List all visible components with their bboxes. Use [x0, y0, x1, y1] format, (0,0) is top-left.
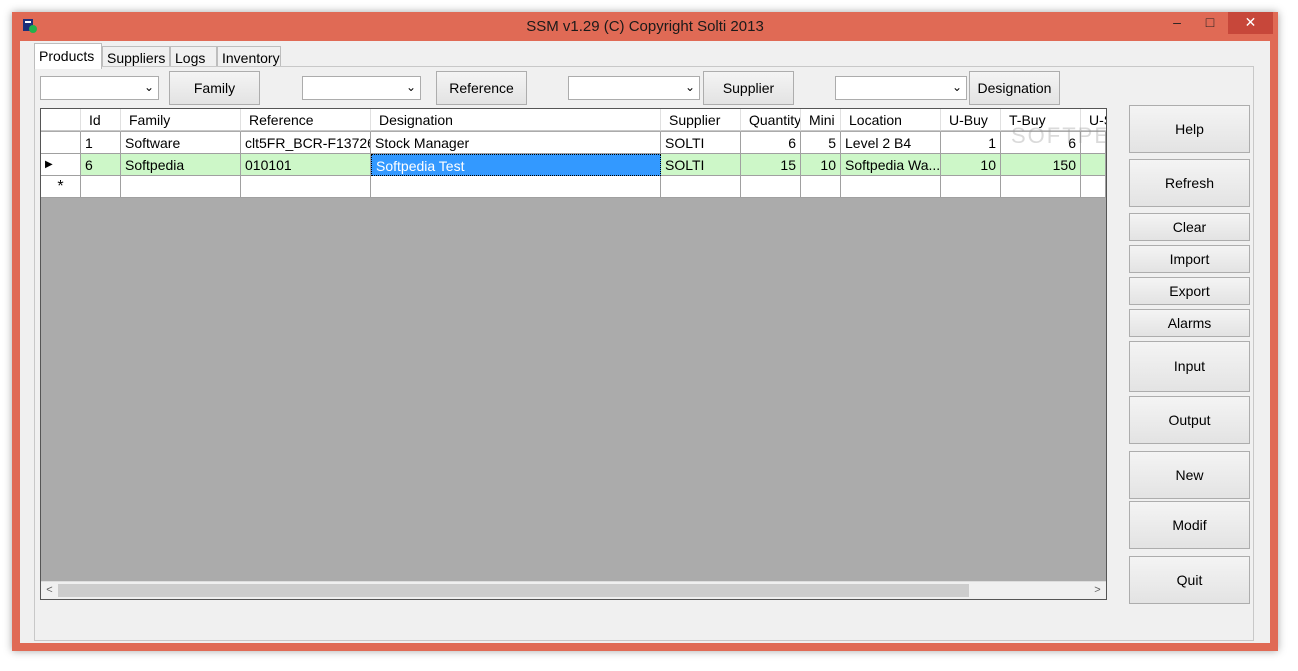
new-cell-supplier[interactable] — [661, 176, 741, 198]
cell-supplier[interactable]: SOLTI — [661, 154, 741, 176]
new-button[interactable]: New — [1129, 451, 1250, 499]
column-header-t-buy[interactable]: T-Buy — [1001, 109, 1081, 131]
column-header-family[interactable]: Family — [121, 109, 241, 131]
cell-u-s[interactable] — [1081, 132, 1106, 154]
cell-u-s[interactable] — [1081, 154, 1106, 176]
scroll-left-icon[interactable]: < — [41, 582, 58, 599]
new-cell-u-buy[interactable] — [941, 176, 1001, 198]
table-row[interactable]: 1 Software clt5FR_BCR-F13726 Stock Manag… — [41, 132, 1106, 154]
family-filter-button[interactable]: Family — [169, 71, 260, 105]
tab-inventory[interactable]: Inventory — [217, 46, 281, 68]
new-cell-mini[interactable] — [801, 176, 841, 198]
column-header-location[interactable]: Location — [841, 109, 941, 131]
new-cell-reference[interactable] — [241, 176, 371, 198]
new-cell-u-s[interactable] — [1081, 176, 1106, 198]
maximize-button[interactable]: □ — [1195, 12, 1225, 34]
column-header-u-buy[interactable]: U-Buy — [941, 109, 1001, 131]
chevron-down-icon: ⌄ — [684, 80, 695, 94]
cell-location[interactable]: Softpedia Wa... — [841, 154, 941, 176]
chevron-down-icon: ⌄ — [143, 80, 154, 94]
current-row-indicator-icon[interactable]: ▶ — [41, 154, 81, 176]
scroll-right-icon[interactable]: > — [1089, 582, 1106, 599]
modif-button[interactable]: Modif — [1129, 501, 1250, 549]
window-title: SSM v1.29 (C) Copyright Solti 2013 — [526, 18, 764, 35]
cell-u-buy[interactable]: 10 — [941, 154, 1001, 176]
designation-combo[interactable]: ⌄ — [835, 76, 967, 100]
chevron-down-icon: ⌄ — [951, 80, 962, 94]
column-header-reference[interactable]: Reference — [241, 109, 371, 131]
cell-t-buy[interactable]: 150 — [1001, 154, 1081, 176]
new-row[interactable]: * — [41, 176, 1106, 198]
horizontal-scrollbar[interactable]: < > — [41, 581, 1106, 599]
supplier-filter-button[interactable]: Supplier — [703, 71, 794, 105]
output-button[interactable]: Output — [1129, 396, 1250, 444]
cell-supplier[interactable]: SOLTI — [661, 132, 741, 154]
new-cell-designation[interactable] — [371, 176, 661, 198]
cell-family[interactable]: Software — [121, 132, 241, 154]
cell-location[interactable]: Level 2 B4 — [841, 132, 941, 154]
new-cell-family[interactable] — [121, 176, 241, 198]
column-header-mini[interactable]: Mini — [801, 109, 841, 131]
clear-button[interactable]: Clear — [1129, 213, 1250, 241]
new-cell-quantity[interactable] — [741, 176, 801, 198]
chevron-down-icon: ⌄ — [405, 80, 416, 94]
refresh-button[interactable]: Refresh — [1129, 159, 1250, 207]
new-row-asterisk-icon[interactable]: * — [41, 176, 81, 198]
column-header-quantity[interactable]: Quantity — [741, 109, 801, 131]
input-button[interactable]: Input — [1129, 341, 1250, 392]
column-header-u-s[interactable]: U-S — [1081, 109, 1106, 131]
row-header-corner — [41, 109, 81, 131]
client-area: Products Suppliers Logs Inventory ⌄ Fami… — [20, 41, 1270, 643]
reference-combo[interactable]: ⌄ — [302, 76, 421, 100]
app-window: SSM v1.29 (C) Copyright Solti 2013 – □ ✕… — [12, 12, 1278, 651]
supplier-combo[interactable]: ⌄ — [568, 76, 700, 100]
reference-filter-button[interactable]: Reference — [436, 71, 527, 105]
export-button[interactable]: Export — [1129, 277, 1250, 305]
minimize-button[interactable]: – — [1162, 12, 1192, 34]
cell-mini[interactable]: 10 — [801, 154, 841, 176]
cell-reference[interactable]: clt5FR_BCR-F13726 — [241, 132, 371, 154]
row-header[interactable] — [41, 132, 81, 154]
tab-suppliers[interactable]: Suppliers — [102, 46, 170, 68]
cell-u-buy[interactable]: 1 — [941, 132, 1001, 154]
cell-designation[interactable]: Stock Manager — [371, 132, 661, 154]
scrollbar-thumb[interactable] — [58, 584, 969, 597]
quit-button[interactable]: Quit — [1129, 556, 1250, 604]
column-header-supplier[interactable]: Supplier — [661, 109, 741, 131]
cell-id[interactable]: 1 — [81, 132, 121, 154]
cell-quantity[interactable]: 15 — [741, 154, 801, 176]
alarms-button[interactable]: Alarms — [1129, 309, 1250, 337]
new-cell-t-buy[interactable] — [1001, 176, 1081, 198]
tab-products[interactable]: Products — [34, 43, 102, 69]
cell-mini[interactable]: 5 — [801, 132, 841, 154]
cell-reference[interactable]: 010101 — [241, 154, 371, 176]
cell-quantity[interactable]: 6 — [741, 132, 801, 154]
tab-logs[interactable]: Logs — [170, 46, 217, 68]
table-row-selected[interactable]: ▶ 6 Softpedia 010101 Softpedia Test SOLT… — [41, 154, 1106, 176]
new-cell-id[interactable] — [81, 176, 121, 198]
cell-id[interactable]: 6 — [81, 154, 121, 176]
products-grid[interactable]: Id Family Reference Designation Supplier… — [40, 108, 1107, 600]
import-button[interactable]: Import — [1129, 245, 1250, 273]
designation-filter-button[interactable]: Designation — [969, 71, 1060, 105]
help-button[interactable]: Help — [1129, 105, 1250, 153]
cell-t-buy[interactable]: 6 — [1001, 132, 1081, 154]
column-header-designation[interactable]: Designation — [371, 109, 661, 131]
family-combo[interactable]: ⌄ — [40, 76, 159, 100]
cell-family[interactable]: Softpedia — [121, 154, 241, 176]
close-button[interactable]: ✕ — [1228, 12, 1273, 34]
products-tab-panel: ⌄ Family ⌄ Reference ⌄ Supplier ⌄ Design… — [34, 66, 1254, 641]
cell-designation-selected[interactable]: Softpedia Test — [371, 154, 661, 176]
new-cell-location[interactable] — [841, 176, 941, 198]
column-header-id[interactable]: Id — [81, 109, 121, 131]
